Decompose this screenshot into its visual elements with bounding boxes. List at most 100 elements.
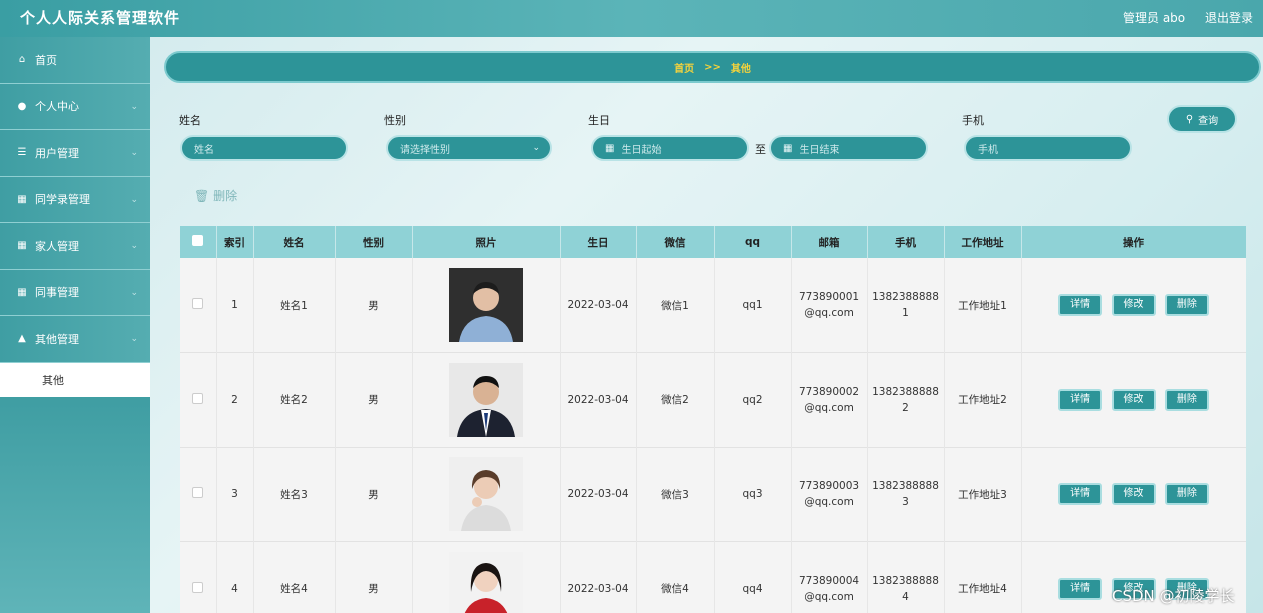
thumb-icon: ▲: [18, 333, 26, 345]
cell-photo: [412, 258, 561, 353]
sidebar-item-label: 同事管理: [35, 286, 79, 300]
user-icon: ●: [17, 100, 27, 112]
email-line-1: 773890003: [798, 480, 860, 493]
gender-select-placeholder: 请选择性别: [400, 144, 450, 156]
phone-line-1: 1382388888: [872, 291, 939, 303]
phone-line-2: 4: [902, 590, 909, 603]
phone-line-1: 1382388888: [872, 480, 939, 493]
cell-wechat: 微信1: [636, 258, 715, 353]
detail-button[interactable]: 详情: [1058, 294, 1103, 316]
email-line-2: @qq.com: [804, 401, 854, 414]
name-input[interactable]: 姓名: [180, 135, 348, 161]
calendar-icon: ▦: [783, 142, 793, 154]
detail-button[interactable]: 详情: [1058, 388, 1103, 411]
cell-photo: [412, 352, 561, 447]
home-icon: ⌂: [18, 54, 26, 66]
table-header-row: 索引 姓名 性别 照片 生日 微信 qq 邮箱 手机 工作地址 操作: [180, 226, 1246, 258]
cell-wechat: 微信3: [636, 447, 715, 542]
row-checkbox[interactable]: [192, 581, 204, 593]
sidebar-item-label: 同学录管理: [35, 193, 90, 207]
cell-phone: 1382388888 3: [867, 447, 945, 542]
gender-select[interactable]: 请选择性别 ⌄: [386, 135, 552, 161]
gender-filter-label: 性别: [384, 114, 406, 127]
grid-icon: ▦: [17, 193, 27, 205]
row-checkbox[interactable]: [192, 298, 204, 309]
cell-gender: 男: [335, 352, 413, 447]
email-line-2: @qq.com: [804, 307, 854, 319]
col-header-gender: 性别: [335, 226, 413, 258]
birthday-end-input[interactable]: ▦ 生日结束: [769, 135, 928, 161]
detail-button[interactable]: 详情: [1058, 483, 1103, 506]
name-filter-label: 姓名: [179, 114, 201, 127]
admin-label[interactable]: 管理员 abo: [1123, 11, 1185, 25]
list-icon: ☰: [17, 147, 27, 159]
grid-icon: ▦: [17, 286, 27, 298]
cell-photo: [412, 447, 561, 542]
date-range-separator: 至: [755, 143, 766, 156]
cell-photo: [412, 541, 561, 613]
cell-birthday: 2022-03-04: [560, 258, 637, 353]
breadcrumb-home[interactable]: 首页: [674, 60, 694, 75]
search-icon: ⚲: [1185, 113, 1194, 125]
email-line-1: 773890002: [798, 385, 860, 398]
delete-button[interactable]: 删除: [1164, 483, 1209, 506]
edit-button[interactable]: 修改: [1111, 294, 1156, 316]
top-right-links: 管理员 abo 退出登录: [1107, 9, 1253, 26]
sidebar-item-family[interactable]: ▦ 家人管理 ⌄: [0, 223, 150, 270]
cell-email: 773890004 @qq.com: [791, 541, 868, 613]
chevron-down-icon: ⌄: [130, 334, 138, 344]
row-checkbox[interactable]: [192, 392, 204, 404]
sidebar-item-personal-center[interactable]: ● 个人中心 ⌄: [0, 83, 150, 130]
query-button-label: 查询: [1198, 115, 1219, 127]
row-checkbox[interactable]: [192, 487, 204, 499]
cell-gender: 男: [335, 258, 413, 353]
phone-filter-label: 手机: [962, 114, 984, 127]
cell-index: 3: [216, 447, 254, 542]
data-table: 索引 姓名 性别 照片 生日 微信 qq 邮箱 手机 工作地址 操作 1 姓名1…: [180, 226, 1246, 613]
sidebar-item-label: 家人管理: [35, 239, 79, 253]
col-header-birthday: 生日: [560, 226, 637, 258]
sidebar-item-label: 用户管理: [35, 146, 79, 160]
breadcrumb-separator: >>: [704, 61, 721, 73]
cell-gender: 男: [335, 541, 413, 613]
watermark: CSDN @初陵学长: [1112, 587, 1235, 605]
table-row: 3 姓名3 男 2022-03-04 微信3 qq3 773890003 @qq.…: [180, 447, 1246, 542]
query-button[interactable]: ⚲ 查询: [1167, 105, 1237, 133]
person-photo: [449, 551, 523, 613]
sidebar-item-colleagues[interactable]: ▦ 同事管理 ⌄: [0, 269, 150, 316]
phone-line-2: 3: [902, 496, 909, 509]
col-header-index: 索引: [216, 226, 254, 258]
phone-line-1: 1382388888: [872, 574, 939, 587]
col-header-email: 邮箱: [791, 226, 868, 258]
submenu-item-others[interactable]: 其他: [0, 362, 150, 397]
main-content: 首页 >> 其他 姓名 姓名 性别 请选择性别 ⌄ 生日 ▦ 生日起始 至 ▦ …: [150, 37, 1263, 613]
sidebar-item-classmates[interactable]: ▦ 同学录管理 ⌄: [0, 176, 150, 223]
delete-button[interactable]: 删除: [1164, 388, 1209, 411]
calendar-icon: ▦: [605, 142, 615, 154]
phone-input[interactable]: 手机: [964, 135, 1132, 161]
birthday-filter-label: 生日: [588, 114, 610, 127]
sidebar-item-user-management[interactable]: ☰ 用户管理 ⌄: [0, 130, 150, 177]
select-all-cell: [180, 226, 217, 258]
cell-actions: 详情 修改 删除: [1021, 352, 1246, 447]
chevron-down-icon: ⌄: [130, 241, 138, 251]
birthday-start-input[interactable]: ▦ 生日起始: [591, 135, 749, 161]
edit-button[interactable]: 修改: [1111, 483, 1156, 506]
delete-button[interactable]: 删除: [1164, 294, 1209, 316]
email-line-2: @qq.com: [804, 590, 854, 603]
batch-delete-label: 删除: [213, 189, 238, 203]
cell-name: 姓名4: [253, 541, 336, 613]
sidebar-item-home[interactable]: ⌂ 首页: [0, 37, 150, 84]
col-header-address: 工作地址: [944, 226, 1022, 258]
detail-button[interactable]: 详情: [1058, 577, 1103, 600]
app-title: 个人人际关系管理软件: [20, 9, 181, 27]
col-header-phone: 手机: [867, 226, 945, 258]
trash-icon: 🗑: [194, 189, 210, 203]
edit-button[interactable]: 修改: [1111, 388, 1156, 411]
sidebar-item-label: 首页: [35, 53, 57, 67]
sidebar-item-others[interactable]: ▲ 其他管理 ⌄: [0, 316, 150, 363]
cell-phone: 1382388888 1: [867, 258, 945, 353]
logout-link[interactable]: 退出登录: [1205, 11, 1253, 25]
batch-delete-button[interactable]: 🗑 删除: [194, 187, 237, 204]
select-all-checkbox[interactable]: [192, 235, 204, 246]
